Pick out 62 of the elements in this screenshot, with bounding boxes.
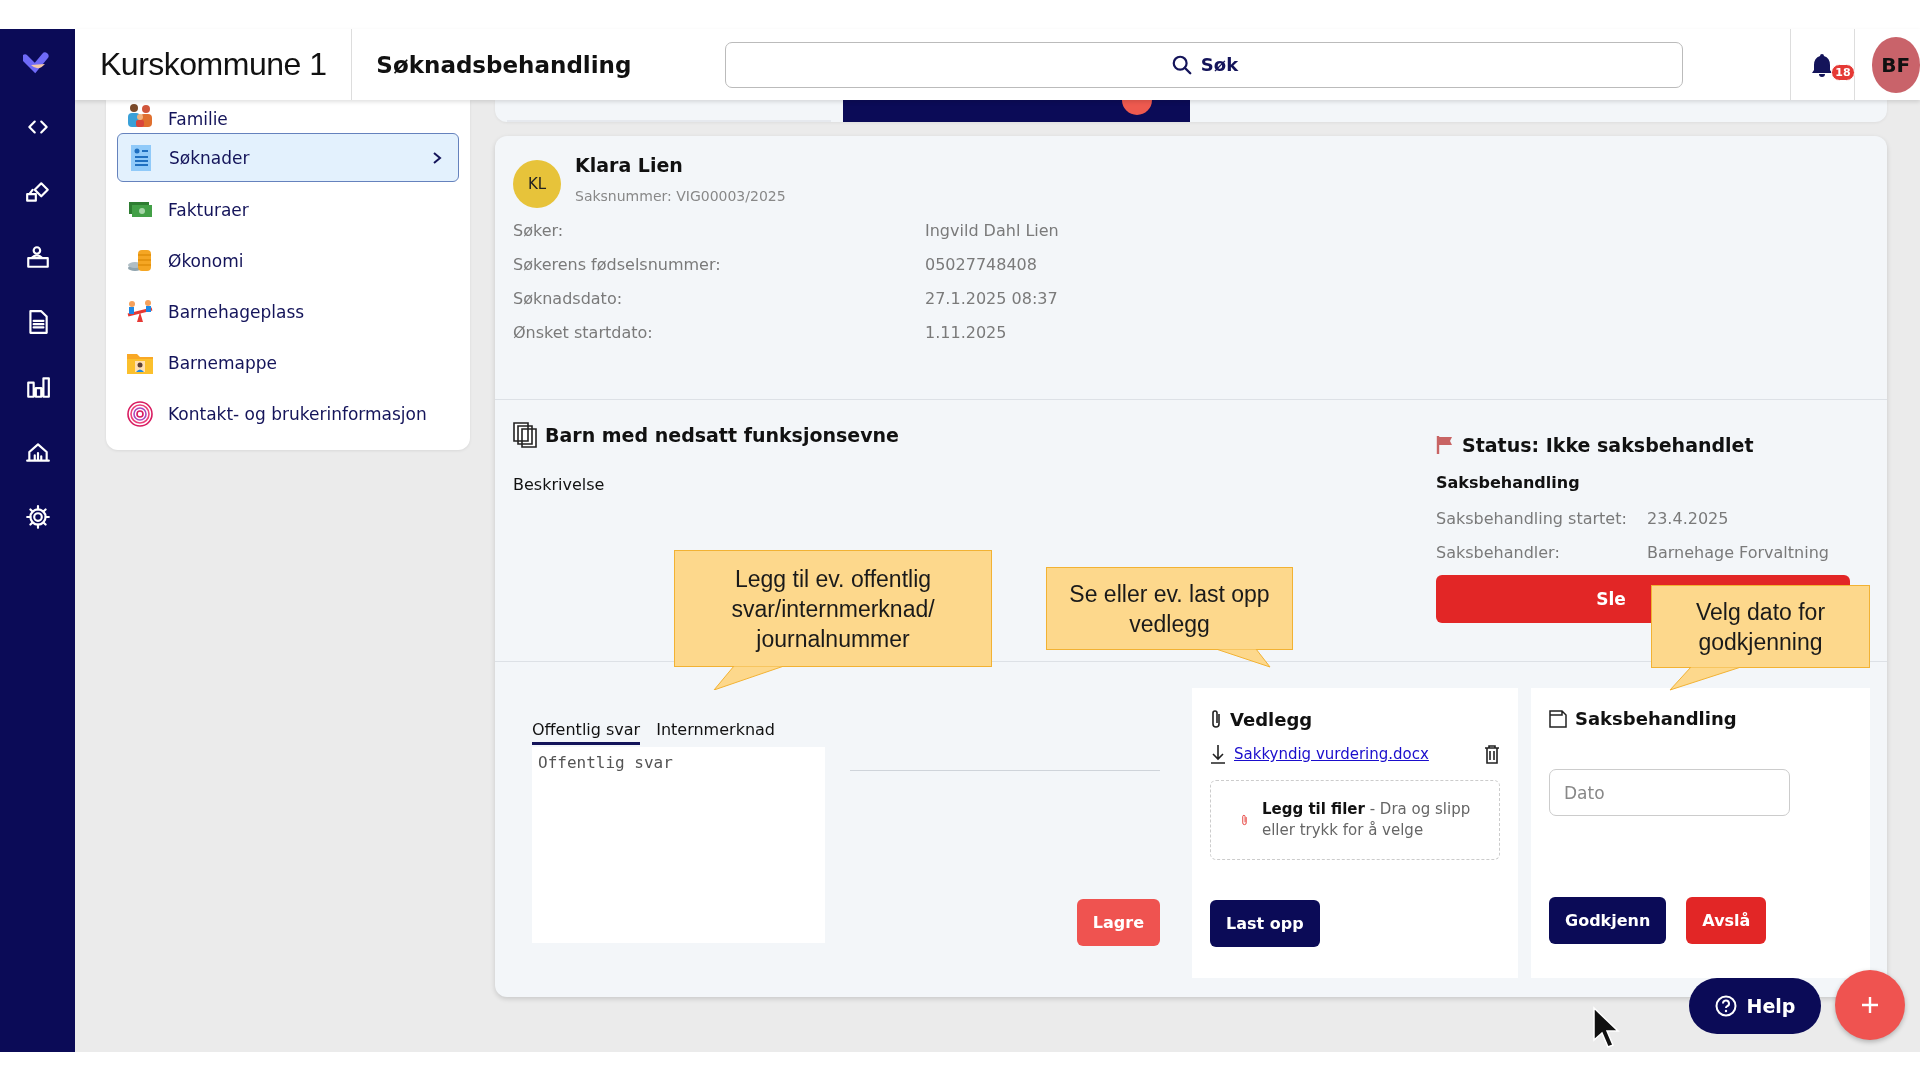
search-field[interactable]: Søk bbox=[725, 41, 1684, 88]
field-label: Søker: bbox=[513, 220, 565, 241]
drop-zone[interactable]: Legg til filer - Dra og slipp eller trykk for å velge bbox=[1210, 780, 1500, 860]
plus-icon bbox=[1860, 995, 1880, 1015]
menu-item[interactable]: Barnehageplass bbox=[106, 286, 459, 337]
paperclip-icon bbox=[1210, 708, 1222, 730]
calendar-icon bbox=[1549, 709, 1567, 728]
field-value: 23.4.2025 bbox=[1647, 508, 1730, 529]
search-icon bbox=[1171, 53, 1194, 76]
bar-chart-icon[interactable] bbox=[24, 374, 51, 400]
applicant-avatar: KL bbox=[513, 160, 561, 208]
help-icon bbox=[1714, 995, 1737, 1017]
reject-button[interactable]: Avslå bbox=[1686, 897, 1767, 944]
menu-item[interactable]: Familie bbox=[106, 100, 459, 133]
file-link[interactable]: Sakkyndig vurdering.docx bbox=[1234, 745, 1429, 763]
field-value: Barnehage Forvaltning bbox=[1647, 542, 1830, 563]
download-icon[interactable] bbox=[1210, 744, 1226, 764]
menu-item[interactable]: Økonomi bbox=[106, 235, 459, 286]
field-value: Ingvild Dahl Lien bbox=[925, 220, 1060, 241]
menu-item[interactable]: Kontakt- og brukerinformasjon bbox=[106, 388, 459, 439]
cursor-icon bbox=[1592, 1006, 1620, 1050]
help-button[interactable]: Help bbox=[1689, 978, 1821, 1034]
tab[interactable] bbox=[843, 100, 1190, 122]
trash-icon[interactable] bbox=[1484, 744, 1500, 764]
field-label: Saksbehandling startet: bbox=[1436, 508, 1628, 529]
menu-item[interactable]: Barnemappe bbox=[106, 337, 459, 388]
person-desk-icon[interactable] bbox=[24, 244, 51, 270]
section-title: Barn med nedsatt funksjonsevne bbox=[545, 424, 899, 446]
notification-badge: 18 bbox=[1831, 63, 1855, 81]
user-avatar[interactable]: BF bbox=[1871, 36, 1920, 93]
page-title: Søknadsbehandling bbox=[375, 51, 633, 78]
tab[interactable]: Internmerknad bbox=[656, 720, 775, 745]
family-icon bbox=[126, 101, 154, 129]
drop-zone-text: Legg til filer - Dra og slipp eller trykk for å velge bbox=[1261, 799, 1472, 841]
field-label: Søkerens fødselsnummer: bbox=[513, 254, 722, 275]
reply-text-area[interactable]: Offentlig svar bbox=[532, 747, 825, 943]
status-title: Status: Ikke saksbehandlet bbox=[1462, 434, 1754, 456]
flag-icon bbox=[1436, 435, 1454, 455]
copy-icon bbox=[513, 422, 537, 448]
field-value: 05027748408 bbox=[925, 254, 1038, 275]
settings-icon[interactable] bbox=[24, 504, 51, 530]
case-handling-heading: Saksbehandling bbox=[1436, 473, 1581, 492]
field-value: 1.11.2025 bbox=[925, 322, 1008, 343]
menu-item[interactable]: Fakturaer bbox=[106, 184, 459, 235]
panel-title: Saksbehandling bbox=[1575, 708, 1737, 729]
organization-name: Kurskommune 1 bbox=[99, 46, 328, 83]
hint-tooltip: Legg til ev. offentlig svar/internmerknad/ journalnummer bbox=[674, 550, 992, 690]
case-number: Saksnummer: VIG00003/2025 bbox=[575, 188, 786, 204]
panel-title: Vedlegg bbox=[1230, 708, 1313, 730]
menu-item[interactable]: Søknader bbox=[117, 133, 459, 182]
hint-tooltip: Velg dato for godkjenning bbox=[1651, 585, 1870, 691]
field-label: Søknadsdato: bbox=[513, 288, 624, 309]
field-value: 27.1.2025 08:37 bbox=[925, 288, 1059, 309]
blocks-icon[interactable] bbox=[24, 179, 51, 205]
approve-button[interactable]: Godkjenn bbox=[1549, 897, 1667, 944]
description-label: Beskrivelse bbox=[513, 475, 606, 494]
field-label: Saksbehandler: bbox=[1436, 542, 1561, 563]
field-label: Ønsket startdato: bbox=[513, 322, 654, 343]
upload-button[interactable]: Last opp bbox=[1210, 900, 1320, 947]
hint-tooltip: Se eller ev. last opp vedlegg bbox=[1046, 567, 1293, 668]
date-field[interactable]: Dato bbox=[1549, 769, 1790, 816]
applicant-name: Klara Lien bbox=[575, 154, 684, 176]
